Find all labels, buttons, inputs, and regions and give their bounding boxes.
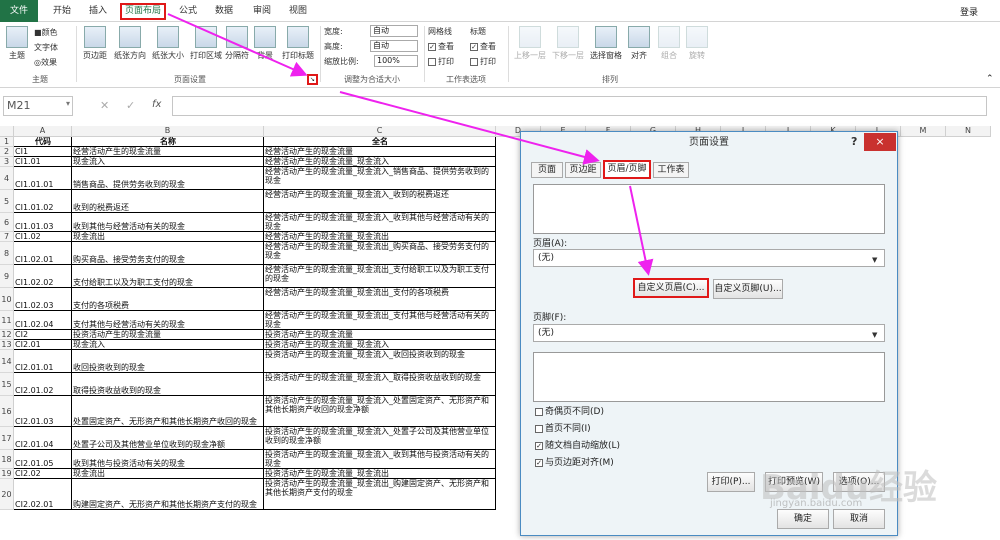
- arrow-to-launcher: [167, 13, 308, 77]
- annotation-arrows: [167, 13, 654, 276]
- arrow-to-custom-header: [629, 185, 654, 276]
- watermark-url: jingyan.baidu.com: [770, 498, 863, 509]
- arrow-to-tab: [339, 91, 600, 165]
